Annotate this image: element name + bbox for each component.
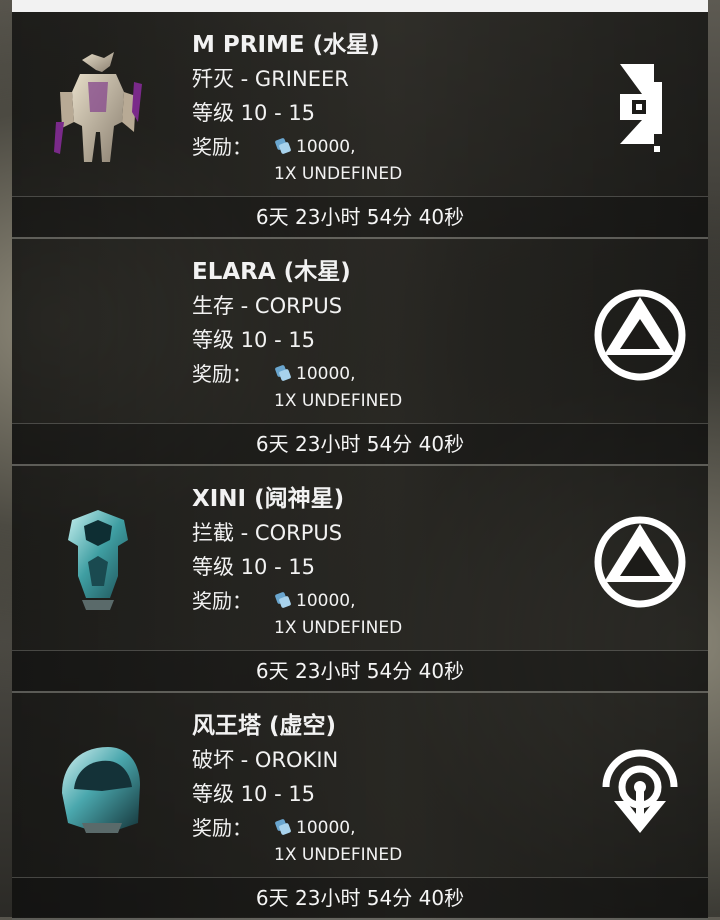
credits-icon [275,592,291,608]
alert-list: M PRIME (水星) 歼灭 - GRINEER 等级 10 - 15 奖励：… [12,12,708,920]
alert-info: ELARA (木星) 生存 - CORPUS 等级 10 - 15 奖励： 10… [192,255,402,413]
alert-card[interactable]: 风王塔 (虚空) 破坏 - OROKIN 等级 10 - 15 奖励： 1000… [12,693,708,920]
reward-item: 1X UNDEFINED [274,618,403,638]
credit-amount: 10000, [296,818,356,838]
mission-type: 破坏 - OROKIN [192,748,339,772]
mission-type: 拦截 - CORPUS [192,521,343,545]
reward-item: 1X UNDEFINED [274,164,403,184]
credit-amount: 10000, [296,137,356,157]
alert-card[interactable]: M PRIME (水星) 歼灭 - GRINEER 等级 10 - 15 奖励：… [12,12,708,239]
orokin-icon [602,749,678,833]
reward-row: 奖励： 10000, [192,811,402,845]
level-range: 等级 10 - 15 [192,555,316,579]
helmet-reward-thumbnail [62,747,140,833]
reward-label: 奖励： [192,816,252,840]
level-range: 等级 10 - 15 [192,782,316,806]
alert-timer: 6天 23小时 54分 40秒 [12,650,708,691]
level-range: 等级 10 - 15 [192,328,316,352]
credits-icon [275,138,291,154]
reward-label: 奖励： [192,589,252,613]
reward-item: 1X UNDEFINED [274,845,403,865]
alert-card[interactable]: ELARA (木星) 生存 - CORPUS 等级 10 - 15 奖励： 10… [12,239,708,466]
reward-row: 奖励： 10000, [192,584,402,618]
reward-row: 奖励： 10000, [192,130,402,164]
corpus-icon [594,289,686,381]
reward-row: 奖励： 10000, [192,357,402,391]
alert-card[interactable]: XINI (阋神星) 拦截 - CORPUS 等级 10 - 15 奖励： 10… [12,466,708,693]
warframe-reward-thumbnail [54,52,142,162]
alert-timer: 6天 23小时 54分 40秒 [12,196,708,237]
alert-info: 风王塔 (虚空) 破坏 - OROKIN 等级 10 - 15 奖励： 1000… [192,709,402,867]
level-range: 等级 10 - 15 [192,101,316,125]
credit-reward: 10000, [274,811,355,845]
alert-title: XINI (阋神星) [192,486,345,512]
reward-item: 1X UNDEFINED [274,391,403,411]
alert-info: M PRIME (水星) 歼灭 - GRINEER 等级 10 - 15 奖励：… [192,28,402,186]
alert-title: 风王塔 (虚空) [192,713,337,739]
credits-icon [275,365,291,381]
credit-reward: 10000, [274,584,355,618]
grineer-icon [620,64,662,152]
credit-reward: 10000, [274,357,355,391]
credit-amount: 10000, [296,591,356,611]
alert-info: XINI (阋神星) 拦截 - CORPUS 等级 10 - 15 奖励： 10… [192,482,402,640]
alert-timer: 6天 23小时 54分 40秒 [12,423,708,464]
reward-label: 奖励： [192,362,252,386]
alert-title: ELARA (木星) [192,259,351,285]
alert-title: M PRIME (水星) [192,32,380,58]
mission-type: 歼灭 - GRINEER [192,67,349,91]
credit-amount: 10000, [296,364,356,384]
top-edge-bar [12,0,708,12]
corpus-icon [594,516,686,608]
mission-type: 生存 - CORPUS [192,294,343,318]
reward-label: 奖励： [192,135,252,159]
helmet-reward-thumbnail [68,510,128,610]
alert-timer: 6天 23小时 54分 40秒 [12,877,708,918]
credits-icon [275,819,291,835]
credit-reward: 10000, [274,130,355,164]
